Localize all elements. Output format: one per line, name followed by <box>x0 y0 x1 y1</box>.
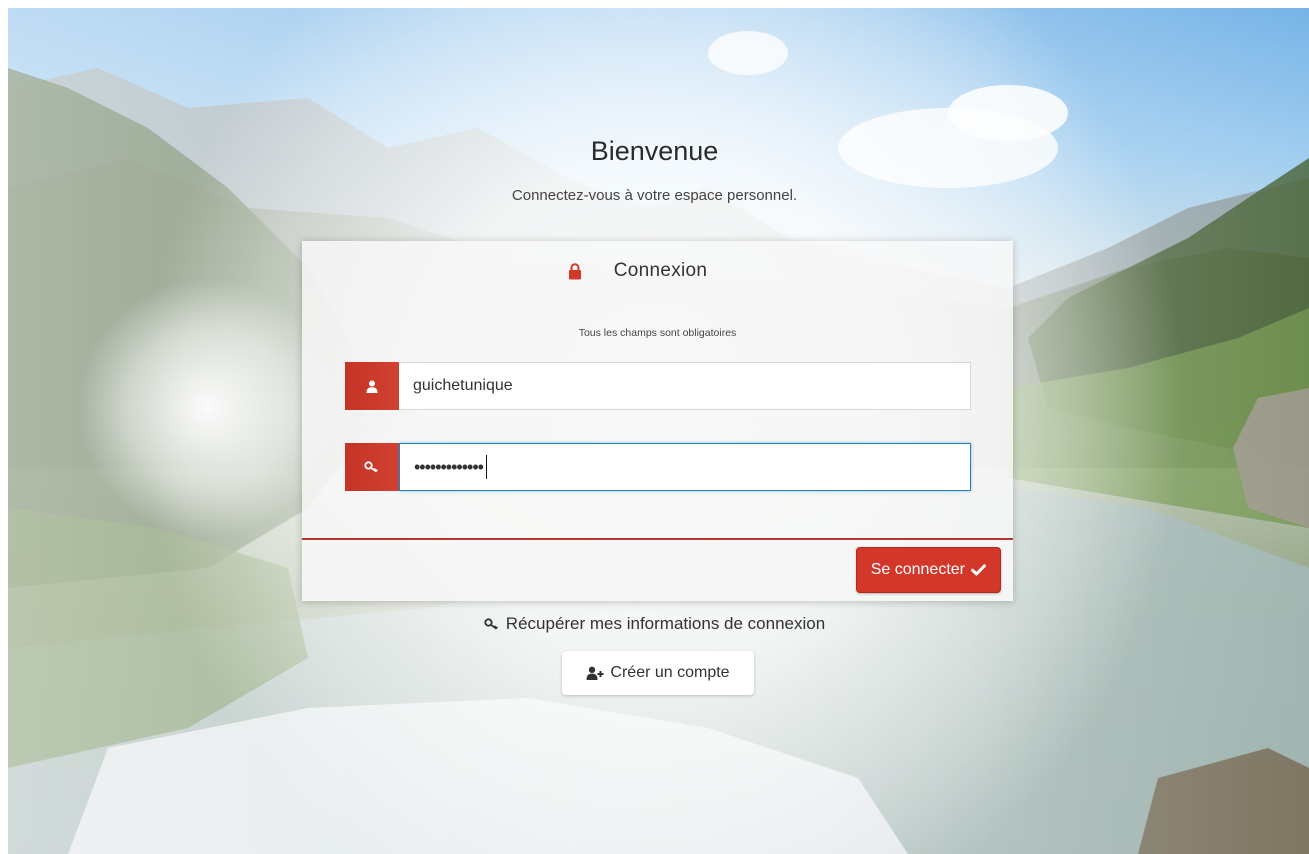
username-addon <box>345 362 399 410</box>
user-icon <box>366 380 378 393</box>
recover-credentials-label: Récupérer mes informations de connexion <box>505 614 826 633</box>
required-fields-note: Tous les champs sont obligatoires <box>578 327 737 339</box>
key-icon <box>484 617 498 630</box>
username-field-group: guichetunique <box>345 362 971 410</box>
create-account-button[interactable]: Créer un compte <box>562 651 754 695</box>
welcome-subtitle: Connectez-vous à votre espace personnel. <box>511 187 798 204</box>
password-addon <box>345 443 399 491</box>
user-plus-icon <box>586 666 604 680</box>
key-icon <box>364 461 378 473</box>
welcome-title: Bienvenue <box>590 136 719 166</box>
login-submit-button[interactable]: Se connecter <box>855 547 1001 593</box>
username-input[interactable]: guichetunique <box>399 362 971 410</box>
recover-credentials-link[interactable]: Récupérer mes informations de connexion <box>0 614 1309 634</box>
create-account-label: Créer un compte <box>610 664 730 681</box>
login-card: Connexion Tous les champs sont obligatoi… <box>302 241 1013 601</box>
login-card-header: Connexion <box>302 241 1013 301</box>
password-masked-value: ••••••••••••• <box>414 457 484 477</box>
login-submit-label: Se connecter <box>870 561 965 578</box>
login-card-footer: Se connecter <box>302 540 1013 601</box>
check-icon <box>971 564 986 576</box>
password-input[interactable]: ••••••••••••• <box>399 443 971 491</box>
password-field-group: ••••••••••••• <box>345 443 971 491</box>
text-caret <box>485 455 487 479</box>
lock-icon <box>568 262 581 279</box>
login-card-title: Connexion <box>613 260 708 281</box>
